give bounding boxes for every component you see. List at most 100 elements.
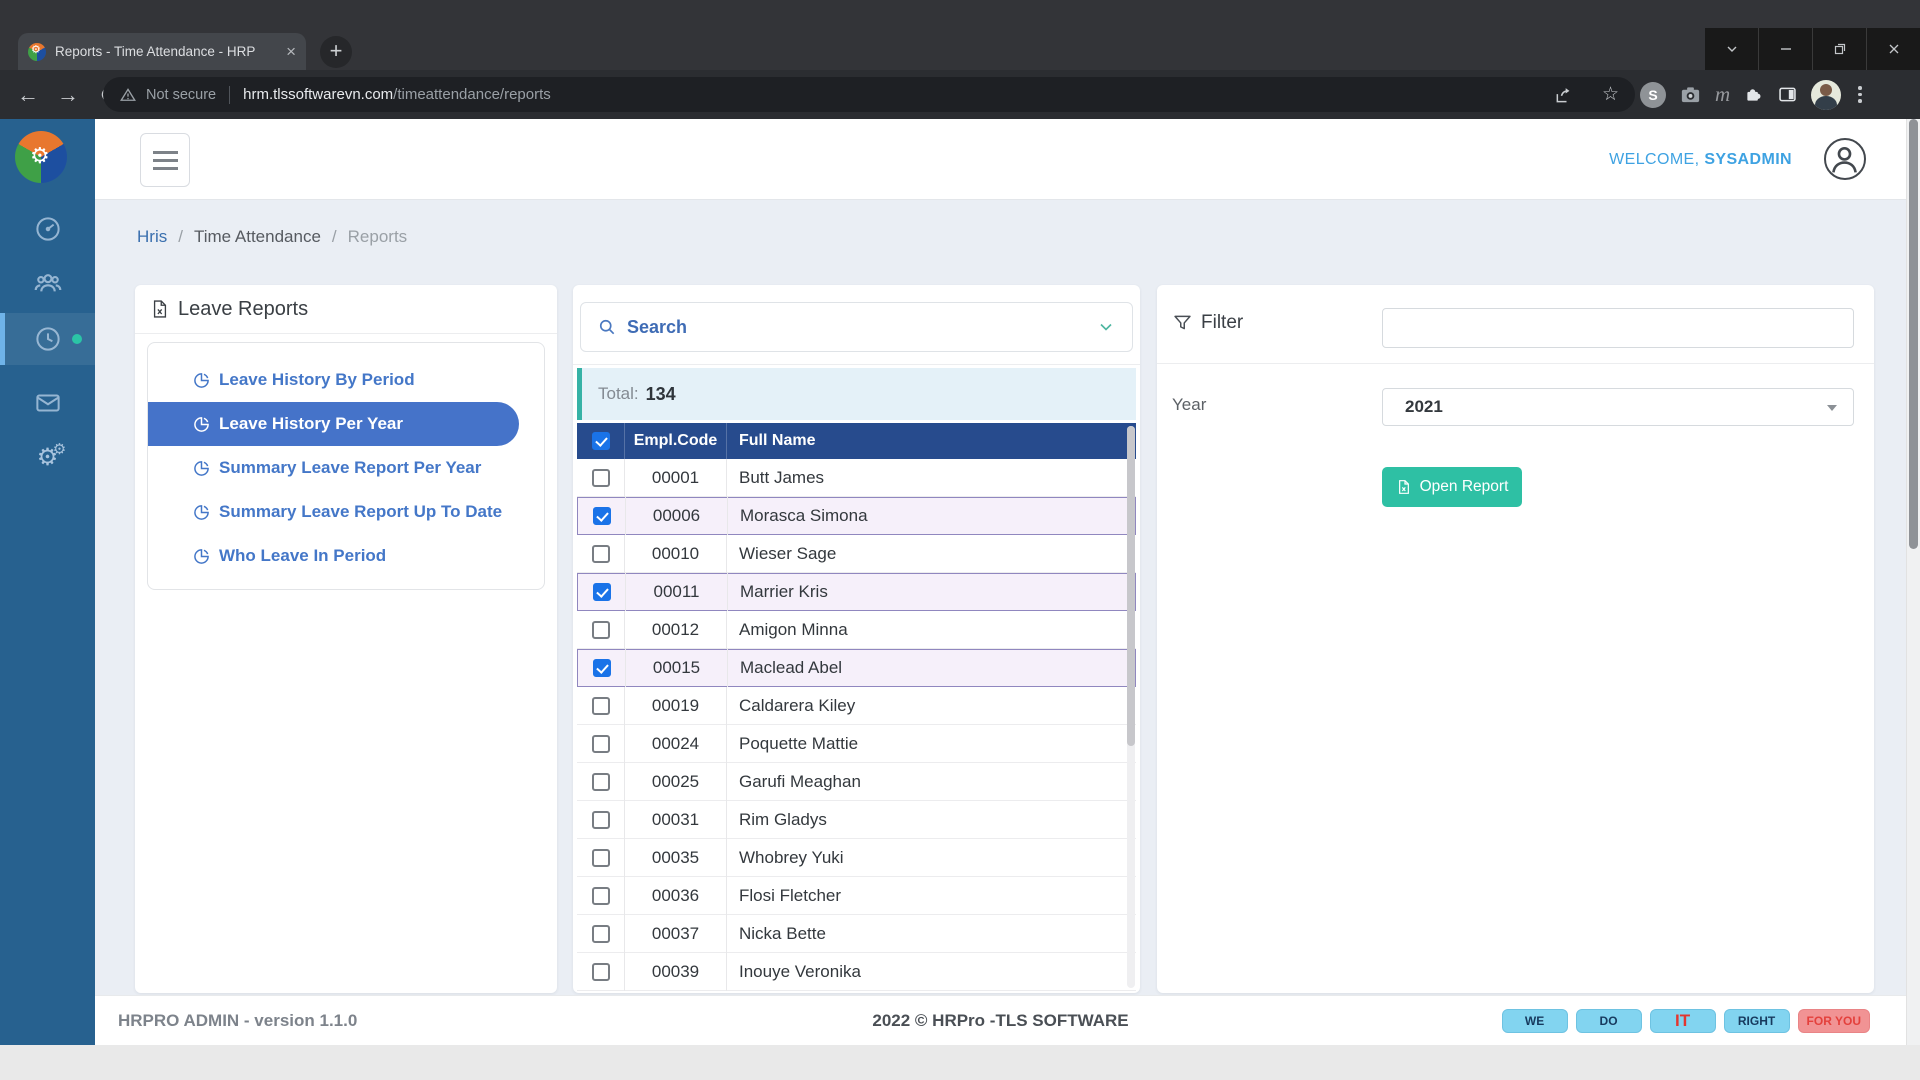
row-checkbox[interactable] xyxy=(592,621,610,639)
employee-row[interactable]: 00001 Butt James xyxy=(577,459,1136,497)
breadcrumb-hris[interactable]: Hris xyxy=(137,227,167,247)
pie-chart-icon xyxy=(193,416,210,433)
row-checkbox[interactable] xyxy=(593,659,611,677)
url-host: hrm.tlssoftwarevn.com xyxy=(243,86,393,103)
page-scrollbar[interactable] xyxy=(1906,119,1920,1045)
row-checkbox[interactable] xyxy=(592,773,610,791)
sidebar-item-employees[interactable] xyxy=(0,258,95,310)
sidebar-item-time-attendance[interactable] xyxy=(0,313,95,365)
employee-name: Rim Gladys xyxy=(726,801,1136,839)
leave-report-menu-item[interactable]: Summary Leave Report Up To Date xyxy=(148,490,519,534)
leave-report-menu-item[interactable]: Leave History By Period xyxy=(148,358,519,402)
row-checkbox[interactable] xyxy=(592,545,610,563)
window-close-icon[interactable] xyxy=(1866,28,1920,70)
filter-header: Filter xyxy=(1157,285,1874,364)
employee-row[interactable]: 00011 Marrier Kris xyxy=(577,573,1136,611)
row-checkbox[interactable] xyxy=(592,735,610,753)
forward-icon[interactable]: → xyxy=(48,70,88,119)
app-logo[interactable] xyxy=(15,131,67,183)
employee-row[interactable]: 00015 Maclead Abel xyxy=(577,649,1136,687)
menu-toggle-button[interactable] xyxy=(140,133,190,187)
sidebar-item-settings[interactable]: ⚙⚙ xyxy=(0,432,95,484)
row-checkbox[interactable] xyxy=(592,811,610,829)
mail-report-icon xyxy=(33,388,63,418)
user-avatar-button[interactable] xyxy=(1824,138,1866,180)
tab-close-icon[interactable]: × xyxy=(286,43,296,60)
employee-code: 00039 xyxy=(624,953,726,991)
window-minimize-icon[interactable] xyxy=(1758,28,1812,70)
chevron-down-icon[interactable] xyxy=(1096,317,1116,337)
employee-row[interactable]: 00031 Rim Gladys xyxy=(577,801,1136,839)
row-checkbox[interactable] xyxy=(592,849,610,867)
url-path: /timeattendance/reports xyxy=(393,86,551,103)
notification-dot xyxy=(72,334,82,344)
skype-extension-icon[interactable]: S xyxy=(1640,82,1666,108)
leave-report-menu-item[interactable]: Leave History Per Year xyxy=(148,402,519,446)
bookmark-star-icon[interactable]: ☆ xyxy=(1602,83,1619,106)
leave-reports-menu: Leave History By Period Leave History Pe… xyxy=(147,342,545,590)
report-file-icon xyxy=(1396,479,1412,495)
row-checkbox[interactable] xyxy=(592,925,610,943)
employee-name: Caldarera Kiley xyxy=(726,687,1136,725)
table-scrollbar[interactable] xyxy=(1127,426,1135,988)
window-restore-icon[interactable] xyxy=(1812,28,1866,70)
back-icon[interactable]: ← xyxy=(8,70,48,119)
extensions-puzzle-icon[interactable] xyxy=(1743,84,1764,105)
window-chevron-icon[interactable] xyxy=(1705,28,1758,70)
leave-reports-card: Leave Reports Leave History By Period Le… xyxy=(135,285,557,993)
employee-row[interactable]: 00036 Flosi Fletcher xyxy=(577,877,1136,915)
leave-report-menu-item[interactable]: Summary Leave Report Per Year xyxy=(148,446,519,490)
address-bar[interactable]: Not secure hrm.tlssoftwarevn.com /timeat… xyxy=(103,77,1635,112)
employee-code: 00024 xyxy=(624,725,726,763)
employee-row[interactable]: 00024 Poquette Mattie xyxy=(577,725,1136,763)
window-controls xyxy=(1705,28,1920,70)
row-checkbox[interactable] xyxy=(592,887,610,905)
share-icon[interactable] xyxy=(1554,85,1574,105)
sidebar-item-dashboard[interactable] xyxy=(0,203,95,255)
year-select[interactable]: 2021 xyxy=(1382,388,1854,426)
new-tab-button[interactable]: + xyxy=(320,36,352,68)
side-panel-icon[interactable] xyxy=(1777,84,1798,105)
row-checkbox[interactable] xyxy=(592,469,610,487)
employee-code: 00019 xyxy=(624,687,726,725)
person-icon xyxy=(1826,140,1863,177)
search-icon xyxy=(597,317,617,337)
row-checkbox[interactable] xyxy=(593,583,611,601)
employee-row[interactable]: 00012 Amigon Minna xyxy=(577,611,1136,649)
employee-row[interactable]: 00035 Whobrey Yuki xyxy=(577,839,1136,877)
footer-badges: WEDOITRIGHTFOR YOU xyxy=(1502,1009,1870,1033)
employee-code: 00037 xyxy=(624,915,726,953)
row-checkbox[interactable] xyxy=(593,507,611,525)
employee-row[interactable]: 00025 Garufi Meaghan xyxy=(577,763,1136,801)
employee-row[interactable]: 00037 Nicka Bette xyxy=(577,915,1136,953)
select-all-checkbox[interactable] xyxy=(592,432,610,450)
open-report-button[interactable]: Open Report xyxy=(1382,467,1522,507)
search-collapse-header[interactable]: Search xyxy=(580,302,1133,352)
sidebar-item-mail-reports[interactable] xyxy=(0,377,95,429)
search-label: Search xyxy=(627,317,687,338)
leave-report-menu-item[interactable]: Who Leave In Period xyxy=(148,534,519,578)
employee-row[interactable]: 00039 Inouye Veronika xyxy=(577,953,1136,991)
employee-table-header: Empl.Code Full Name xyxy=(577,423,1136,459)
employee-row[interactable]: 00010 Wieser Sage xyxy=(577,535,1136,573)
employee-row[interactable]: 00006 Morasca Simona xyxy=(577,497,1136,535)
employee-name: Inouye Veronika xyxy=(726,953,1136,991)
version-text: HRPRO ADMIN - version 1.1.0 xyxy=(118,1011,357,1031)
footer-badge: IT xyxy=(1650,1009,1716,1033)
browser-window: Reports - Time Attendance - HRP × + ← → xyxy=(0,0,1920,1080)
employee-code: 00036 xyxy=(624,877,726,915)
browser-tab[interactable]: Reports - Time Attendance - HRP × xyxy=(18,33,306,70)
employee-name: Morasca Simona xyxy=(727,497,1135,535)
row-checkbox[interactable] xyxy=(592,697,610,715)
browser-profile-avatar[interactable] xyxy=(1811,80,1841,110)
row-checkbox[interactable] xyxy=(592,963,610,981)
filter-card: Filter Year 2021 Open Report xyxy=(1157,285,1874,993)
filter-input[interactable] xyxy=(1382,308,1854,348)
omnibox-divider xyxy=(229,86,230,104)
screenshot-extension-icon[interactable] xyxy=(1679,83,1702,106)
select-caret-icon xyxy=(1827,405,1837,411)
m-extension-icon[interactable]: m xyxy=(1715,82,1730,107)
browser-menu-icon[interactable] xyxy=(1858,86,1862,103)
employee-row[interactable]: 00019 Caldarera Kiley xyxy=(577,687,1136,725)
breadcrumb-time-attendance[interactable]: Time Attendance xyxy=(194,227,321,247)
